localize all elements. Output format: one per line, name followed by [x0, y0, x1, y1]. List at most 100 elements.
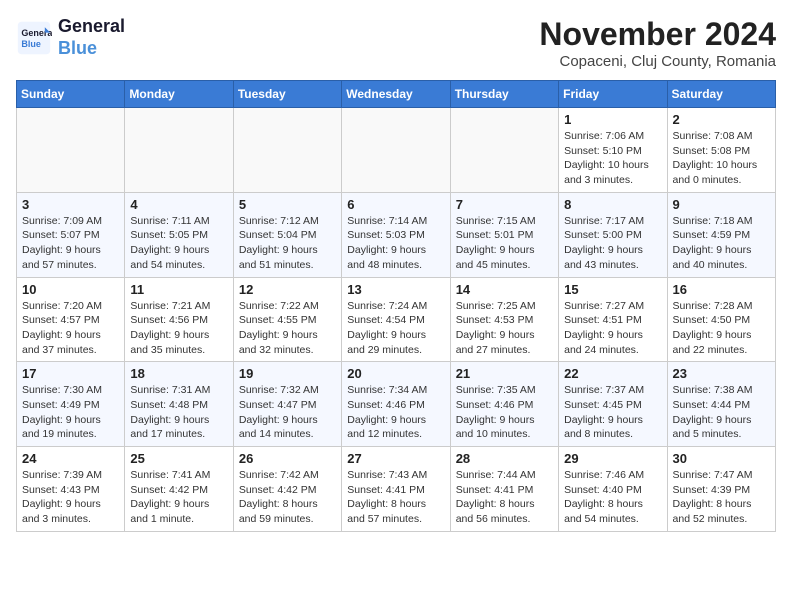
day-info: Sunrise: 7:25 AM Sunset: 4:53 PM Dayligh… [456, 299, 553, 358]
day-number: 23 [673, 366, 770, 381]
calendar-cell: 30Sunrise: 7:47 AM Sunset: 4:39 PM Dayli… [667, 447, 775, 532]
calendar-cell: 7 Sunrise: 7:15 AM Sunset: 5:01 PM Daylig… [450, 192, 558, 277]
calendar-cell [233, 108, 341, 193]
calendar-cell: 14 Sunrise: 7:25 AM Sunset: 4:53 PM Dayli… [450, 277, 558, 362]
day-info: Sunrise: 7:14 AM Sunset: 5:03 PM Dayligh… [347, 214, 444, 273]
day-number: 22 [564, 366, 661, 381]
calendar-cell: 3 Sunrise: 7:09 AM Sunset: 5:07 PM Daylig… [17, 192, 125, 277]
page-header: General Blue GeneralBlue November 2024 C… [16, 16, 776, 70]
day-info: Sunrise: 7:18 AM Sunset: 4:59 PM Dayligh… [673, 214, 770, 273]
day-number: 9 [673, 197, 770, 212]
calendar-cell: 4 Sunrise: 7:11 AM Sunset: 5:05 PM Daylig… [125, 192, 233, 277]
day-number: 29 [564, 451, 661, 466]
calendar-cell: 21 Sunrise: 7:35 AM Sunset: 4:46 PM Dayli… [450, 362, 558, 447]
logo-text: GeneralBlue [58, 16, 125, 59]
day-number: 26 [239, 451, 336, 466]
weekday-header: Thursday [450, 81, 558, 108]
day-number: 10 [22, 282, 119, 297]
day-info: Sunrise: 7:27 AM Sunset: 4:51 PM Dayligh… [564, 299, 661, 358]
calendar-cell: 15 Sunrise: 7:27 AM Sunset: 4:51 PM Dayli… [559, 277, 667, 362]
day-info: Sunrise: 7:31 AM Sunset: 4:48 PM Dayligh… [130, 383, 227, 442]
calendar-cell: 26 Sunrise: 7:42 AM Sunset: 4:42 PM Dayli… [233, 447, 341, 532]
day-number: 3 [22, 197, 119, 212]
day-number: 11 [130, 282, 227, 297]
weekday-header: Wednesday [342, 81, 450, 108]
day-info: Sunrise: 7:47 AM Sunset: 4:39 PM Dayligh… [673, 468, 770, 527]
day-number: 21 [456, 366, 553, 381]
day-number: 27 [347, 451, 444, 466]
day-number: 15 [564, 282, 661, 297]
day-info: Sunrise: 7:17 AM Sunset: 5:00 PM Dayligh… [564, 214, 661, 273]
calendar-week-row: 17 Sunrise: 7:30 AM Sunset: 4:49 PM Dayli… [17, 362, 776, 447]
day-info: Sunrise: 7:12 AM Sunset: 5:04 PM Dayligh… [239, 214, 336, 273]
calendar-cell: 11 Sunrise: 7:21 AM Sunset: 4:56 PM Dayli… [125, 277, 233, 362]
calendar-header-row: SundayMondayTuesdayWednesdayThursdayFrid… [17, 81, 776, 108]
calendar-cell: 24 Sunrise: 7:39 AM Sunset: 4:43 PM Dayli… [17, 447, 125, 532]
day-number: 2 [673, 112, 770, 127]
day-info: Sunrise: 7:20 AM Sunset: 4:57 PM Dayligh… [22, 299, 119, 358]
calendar-cell: 5Sunrise: 7:12 AM Sunset: 5:04 PM Daylig… [233, 192, 341, 277]
day-number: 8 [564, 197, 661, 212]
day-info: Sunrise: 7:41 AM Sunset: 4:42 PM Dayligh… [130, 468, 227, 527]
calendar-cell [450, 108, 558, 193]
calendar-week-row: 24 Sunrise: 7:39 AM Sunset: 4:43 PM Dayli… [17, 447, 776, 532]
day-number: 14 [456, 282, 553, 297]
calendar-cell: 18 Sunrise: 7:31 AM Sunset: 4:48 PM Dayli… [125, 362, 233, 447]
logo-icon: General Blue [16, 20, 52, 56]
calendar-cell: 9 Sunrise: 7:18 AM Sunset: 4:59 PM Daylig… [667, 192, 775, 277]
day-info: Sunrise: 7:46 AM Sunset: 4:40 PM Dayligh… [564, 468, 661, 527]
weekday-header: Friday [559, 81, 667, 108]
calendar-cell: 12 Sunrise: 7:22 AM Sunset: 4:55 PM Dayli… [233, 277, 341, 362]
day-number: 4 [130, 197, 227, 212]
weekday-header: Sunday [17, 81, 125, 108]
calendar-cell: 16Sunrise: 7:28 AM Sunset: 4:50 PM Dayli… [667, 277, 775, 362]
day-info: Sunrise: 7:06 AM Sunset: 5:10 PM Dayligh… [564, 129, 661, 188]
day-info: Sunrise: 7:37 AM Sunset: 4:45 PM Dayligh… [564, 383, 661, 442]
calendar-cell: 23 Sunrise: 7:38 AM Sunset: 4:44 PM Dayli… [667, 362, 775, 447]
day-info: Sunrise: 7:11 AM Sunset: 5:05 PM Dayligh… [130, 214, 227, 273]
day-number: 16 [673, 282, 770, 297]
calendar-cell: 1 Sunrise: 7:06 AM Sunset: 5:10 PM Daylig… [559, 108, 667, 193]
svg-text:Blue: Blue [21, 39, 41, 49]
calendar-cell: 8 Sunrise: 7:17 AM Sunset: 5:00 PM Daylig… [559, 192, 667, 277]
day-info: Sunrise: 7:22 AM Sunset: 4:55 PM Dayligh… [239, 299, 336, 358]
day-info: Sunrise: 7:09 AM Sunset: 5:07 PM Dayligh… [22, 214, 119, 273]
calendar-cell: 6 Sunrise: 7:14 AM Sunset: 5:03 PM Daylig… [342, 192, 450, 277]
day-info: Sunrise: 7:38 AM Sunset: 4:44 PM Dayligh… [673, 383, 770, 442]
weekday-header: Tuesday [233, 81, 341, 108]
day-info: Sunrise: 7:43 AM Sunset: 4:41 PM Dayligh… [347, 468, 444, 527]
day-number: 7 [456, 197, 553, 212]
day-info: Sunrise: 7:30 AM Sunset: 4:49 PM Dayligh… [22, 383, 119, 442]
calendar-cell: 25 Sunrise: 7:41 AM Sunset: 4:42 PM Dayli… [125, 447, 233, 532]
title-block: November 2024 Copaceni, Cluj County, Rom… [539, 16, 776, 70]
weekday-header: Monday [125, 81, 233, 108]
day-number: 18 [130, 366, 227, 381]
calendar-cell: 2Sunrise: 7:08 AM Sunset: 5:08 PM Daylig… [667, 108, 775, 193]
svg-text:General: General [21, 28, 52, 38]
day-info: Sunrise: 7:35 AM Sunset: 4:46 PM Dayligh… [456, 383, 553, 442]
calendar-week-row: 10 Sunrise: 7:20 AM Sunset: 4:57 PM Dayli… [17, 277, 776, 362]
weekday-header: Saturday [667, 81, 775, 108]
logo: General Blue GeneralBlue [16, 16, 125, 59]
day-number: 20 [347, 366, 444, 381]
day-info: Sunrise: 7:15 AM Sunset: 5:01 PM Dayligh… [456, 214, 553, 273]
calendar-cell [125, 108, 233, 193]
day-info: Sunrise: 7:42 AM Sunset: 4:42 PM Dayligh… [239, 468, 336, 527]
calendar-cell: 29 Sunrise: 7:46 AM Sunset: 4:40 PM Dayli… [559, 447, 667, 532]
calendar-cell: 27 Sunrise: 7:43 AM Sunset: 4:41 PM Dayli… [342, 447, 450, 532]
day-number: 1 [564, 112, 661, 127]
day-number: 13 [347, 282, 444, 297]
calendar-cell [342, 108, 450, 193]
day-info: Sunrise: 7:32 AM Sunset: 4:47 PM Dayligh… [239, 383, 336, 442]
day-info: Sunrise: 7:44 AM Sunset: 4:41 PM Dayligh… [456, 468, 553, 527]
day-number: 24 [22, 451, 119, 466]
day-number: 25 [130, 451, 227, 466]
location: Copaceni, Cluj County, Romania [539, 53, 776, 70]
day-info: Sunrise: 7:39 AM Sunset: 4:43 PM Dayligh… [22, 468, 119, 527]
day-info: Sunrise: 7:21 AM Sunset: 4:56 PM Dayligh… [130, 299, 227, 358]
day-number: 17 [22, 366, 119, 381]
day-info: Sunrise: 7:24 AM Sunset: 4:54 PM Dayligh… [347, 299, 444, 358]
day-number: 12 [239, 282, 336, 297]
calendar: SundayMondayTuesdayWednesdayThursdayFrid… [16, 80, 776, 532]
day-number: 6 [347, 197, 444, 212]
